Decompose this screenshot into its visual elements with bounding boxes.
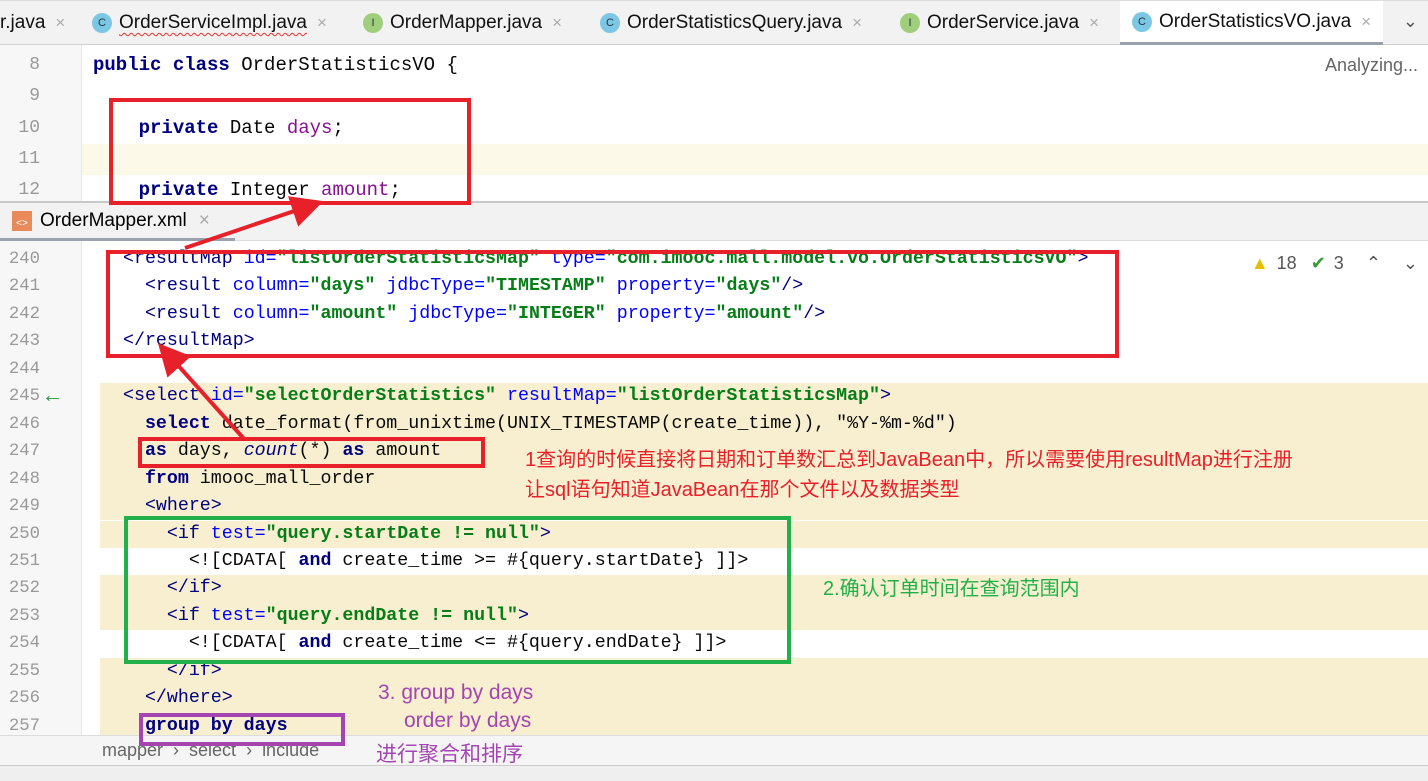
tab-label: OrderMapper.java — [390, 12, 543, 33]
line-number: 12 — [18, 180, 40, 200]
close-icon[interactable]: × — [1361, 12, 1371, 32]
class-icon: C — [600, 13, 620, 33]
code-line: 246 select date_format(from_unixtime(UNI… — [0, 410, 1428, 439]
line-number: 257 — [8, 716, 40, 735]
code: </where> — [123, 685, 233, 712]
tab-label: OrderStatisticsVO.java — [1159, 10, 1352, 32]
code-token: imooc_mall_order — [199, 468, 376, 489]
line-number: 240 — [8, 250, 40, 269]
code-token: "selectOrderStatistics" — [243, 386, 507, 407]
close-icon[interactable]: × — [317, 13, 327, 33]
line-number: 247 — [8, 442, 40, 462]
navigate-arrow-icon[interactable]: ← — [46, 383, 59, 410]
code-line: 245 ← <select id="selectOrderStatistics" r… — [0, 383, 1428, 411]
close-icon[interactable]: × — [852, 13, 862, 33]
code-token: resultMap= — [506, 386, 617, 407]
class-icon: C — [1132, 11, 1152, 32]
xml-file-icon: <> — [12, 210, 32, 231]
where-highlight-box — [124, 516, 791, 664]
xml-tab-bar: <> OrderMapper.xml × — [0, 201, 1428, 241]
line-number: 253 — [8, 606, 40, 626]
tab-label: r.java — [0, 12, 46, 33]
code: public class OrderStatisticsVO { — [93, 50, 458, 81]
tab-orderservice-java[interactable]: I OrderService.java × — [900, 1, 1099, 45]
code-token: </where> — [123, 688, 233, 709]
line-number: 246 — [8, 414, 40, 434]
tabs-dropdown-icon[interactable]: ⌄ — [1403, 11, 1418, 32]
code: from imooc_mall_order — [123, 466, 375, 493]
code-token: date_format(from_unixtime(UNIX_TIMESTAMP… — [221, 413, 957, 434]
line-number: 250 — [8, 524, 40, 544]
line-number: 242 — [8, 304, 40, 324]
code-token: <where> — [123, 496, 222, 517]
highlight — [100, 685, 1428, 713]
line-number: 256 — [8, 689, 40, 709]
tab-label: OrderMapper.xml — [40, 209, 187, 231]
annotation-group-line3: 进行聚合和排序 — [376, 743, 523, 766]
code-token: select — [123, 413, 222, 434]
tab-ordermapper-java[interactable]: I OrderMapper.java × — [363, 1, 562, 45]
line-number: 8 — [29, 55, 40, 75]
code-token: > — [880, 386, 891, 407]
annotation-where: 2.确认订单时间在查询范围内 — [823, 578, 1080, 600]
vo-fields-highlight-box — [109, 98, 471, 205]
class-icon: C — [92, 13, 112, 33]
tab-label: OrderService.java — [927, 12, 1080, 33]
code-line: 8 public class OrderStatisticsVO { — [0, 50, 1428, 81]
code-line: 256 </where> — [0, 685, 1428, 713]
line-number: 241 — [8, 277, 40, 297]
code-token: id= — [210, 386, 244, 407]
tab-orderserviceimpl-java[interactable]: C OrderServiceImpl.java × — [92, 1, 327, 45]
annotation-group-line1: 3. group by days — [378, 681, 534, 704]
close-icon[interactable]: × — [55, 13, 65, 33]
close-icon[interactable]: × — [199, 210, 210, 232]
line-number: 251 — [8, 551, 40, 571]
line-number: 245 — [8, 387, 40, 407]
code-token: public class — [93, 54, 242, 76]
interface-icon: I — [363, 13, 383, 33]
line-number: 248 — [8, 469, 40, 489]
tab-r-java[interactable]: r.java × — [0, 1, 65, 45]
line-number: 10 — [18, 117, 40, 138]
tab-label: OrderStatisticsQuery.java — [627, 12, 843, 33]
tab-label: OrderServiceImpl.java — [119, 12, 307, 33]
annotation-group-line2: order by days — [404, 709, 532, 732]
line-number: 255 — [8, 661, 40, 681]
code-token: <select — [123, 386, 211, 407]
tab-orderstatisticsvo-java[interactable]: C OrderStatisticsVO.java × — [1120, 1, 1384, 45]
annotation-resultmap-line1: 1查询的时候直接将日期和订单数汇总到JavaBean中，所以需要使用result… — [525, 449, 1293, 471]
as-days-highlight-box — [138, 437, 485, 468]
code-token: OrderStatisticsVO { — [241, 54, 458, 76]
interface-icon: I — [900, 13, 920, 33]
line-number: 254 — [8, 634, 40, 654]
resultmap-highlight-box — [106, 250, 1119, 358]
line-number: 9 — [29, 86, 40, 107]
line-number: 244 — [8, 359, 40, 379]
code-line: 244 — [0, 356, 1428, 383]
line-number: 243 — [8, 332, 40, 352]
close-icon[interactable]: × — [1089, 13, 1099, 33]
code-token: from — [123, 468, 200, 489]
code: select date_format(from_unixtime(UNIX_TI… — [123, 411, 957, 438]
code-token: "listOrderStatisticsMap" — [616, 386, 880, 407]
line-number: 11 — [18, 148, 40, 169]
tab-orderstatisticsquery-java[interactable]: C OrderStatisticsQuery.java × — [600, 1, 862, 45]
editor-tab-bar: ⌄ r.java × C OrderServiceImpl.java × I OrderMa… — [0, 0, 1428, 45]
code: <select id="selectOrderStatistics" resul… — [123, 383, 891, 410]
close-icon[interactable]: × — [552, 13, 562, 33]
line-number: 249 — [8, 497, 40, 517]
tab-ordermapper-xml[interactable]: <> OrderMapper.xml × — [0, 203, 235, 241]
group-by-highlight-box — [139, 713, 345, 746]
status-strip — [0, 765, 1428, 781]
annotation-resultmap-line2: 让sql语句知道JavaBean在那个文件以及数据类型 — [525, 479, 960, 501]
line-number: 252 — [8, 579, 40, 599]
